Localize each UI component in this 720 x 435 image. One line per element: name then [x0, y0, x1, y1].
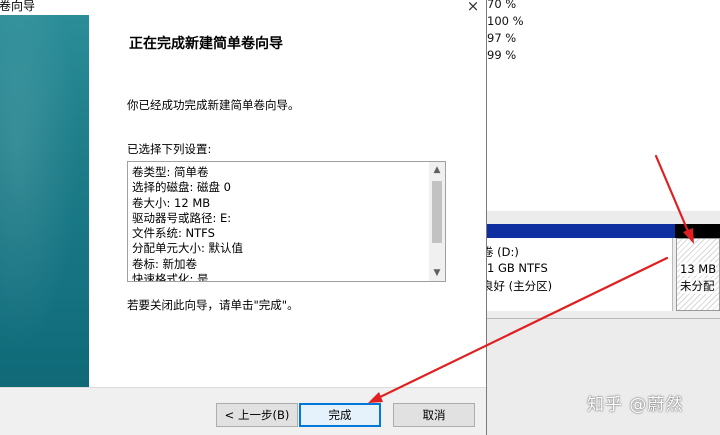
- scroll-down-icon[interactable]: ▼: [429, 266, 445, 280]
- list-item: 卷大小: 12 MB: [132, 195, 211, 210]
- list-item: 快速格式化: 是: [132, 272, 209, 282]
- unallocated-block[interactable]: 13 MB 未分配: [676, 238, 720, 311]
- page-title: 正在完成新建简单卷向导: [129, 36, 283, 52]
- percent-value: 99 %: [487, 48, 517, 62]
- banner-gloss: [0, 15, 89, 387]
- unallocated-status: 未分配: [680, 278, 715, 294]
- percent-value: 70 %: [487, 0, 517, 11]
- settings-label: 已选择下列设置:: [127, 142, 212, 156]
- list-item: 选择的磁盘: 磁盘 0: [132, 180, 232, 195]
- scroll-thumb[interactable]: [432, 181, 442, 243]
- volume-d-block[interactable]: 卷 (D:) 1 GB NTFS 良好 (主分区): [482, 238, 673, 311]
- close-hint: 若要关闭此向导，请单击"完成"。: [127, 298, 299, 312]
- list-item: 卷类型: 简单卷: [132, 165, 209, 179]
- list-item: 驱动器号或路径: E:: [132, 210, 232, 225]
- unallocated-size: 13 MB: [680, 262, 717, 276]
- list-item: 文件系统: NTFS: [132, 226, 215, 241]
- vertical-scrollbar[interactable]: ▲ ▼: [429, 162, 445, 281]
- new-simple-volume-wizard: 卷向导 × 正在完成新建简单卷向导 你已经成功完成新建简单卷向导。 已选择下列设…: [0, 0, 487, 435]
- settings-listbox[interactable]: 卷类型: 简单卷 选择的磁盘: 磁盘 0 卷大小: 12 MB 驱动器号或路径:…: [127, 161, 446, 282]
- back-button[interactable]: < 上一步(B): [216, 403, 298, 427]
- percent-value: 100 %: [487, 14, 524, 28]
- watermark: 知乎 @蔚然: [587, 395, 684, 415]
- disk-management-window: 70 % 100 % 97 % 99 % 卷 (D:) 1 GB NTFS 良好…: [482, 0, 720, 435]
- volume-d-status: 良好 (主分区): [482, 279, 553, 293]
- divider: [487, 318, 720, 319]
- volume-d-size: 1 GB NTFS: [487, 261, 548, 275]
- list-item: 卷标: 新加卷: [132, 256, 198, 271]
- percent-value: 97 %: [487, 31, 517, 45]
- unallocated-strip: [675, 224, 720, 238]
- list-item: 分配单元大小: 默认值: [132, 241, 244, 256]
- settings-list: 卷类型: 简单卷 选择的磁盘: 磁盘 0 卷大小: 12 MB 驱动器号或路径:…: [132, 165, 244, 282]
- finish-button[interactable]: 完成: [299, 403, 381, 427]
- close-icon[interactable]: ×: [462, 0, 484, 15]
- volume-d-name: 卷 (D:): [482, 245, 519, 259]
- title-bar: 卷向导 ×: [0, 0, 486, 15]
- scroll-up-icon[interactable]: ▲: [429, 163, 445, 177]
- success-message: 你已经成功完成新建简单卷向导。: [127, 98, 300, 112]
- cancel-button[interactable]: 取消: [393, 403, 475, 427]
- primary-partition-strip: [487, 224, 675, 238]
- window-title: 卷向导: [0, 0, 36, 13]
